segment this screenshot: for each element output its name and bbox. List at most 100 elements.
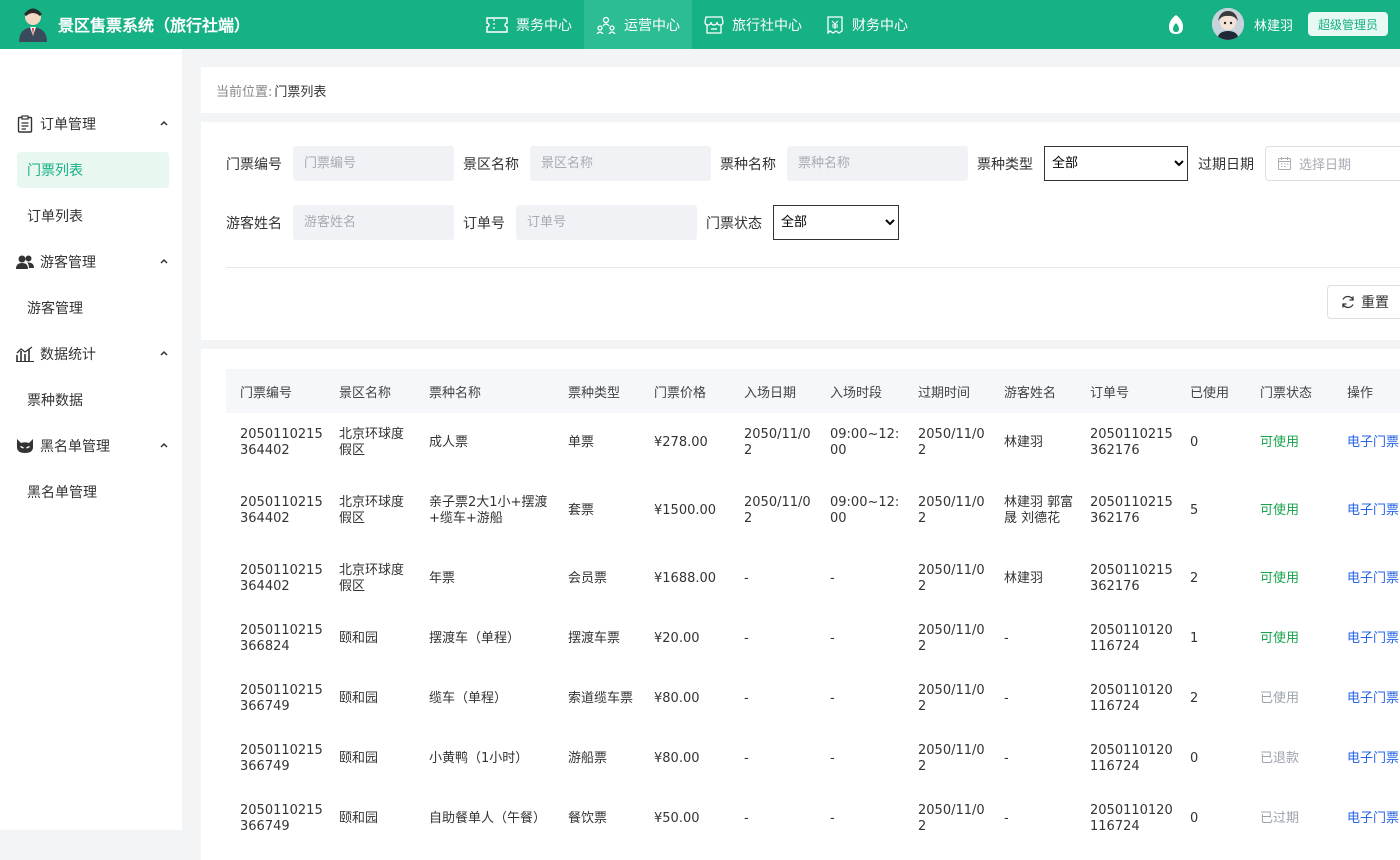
filter-panel: 门票编号 景区名称 票种名称 票种类型 全部 过期日期 选择日期 游客姓名 订单…: [201, 122, 1400, 340]
chevron-up-icon: [160, 350, 168, 356]
sidebar-group-label: 黑名单管理: [40, 439, 110, 455]
breadcrumb-current: 门票列表: [274, 84, 327, 100]
cell-used: 5: [1190, 503, 1199, 518]
cell-order-no: 2050110120116724: [1090, 623, 1173, 654]
cell-ticket-no: 2050110215364402: [240, 495, 323, 526]
cell-kind: 亲子票2大1小+摆渡+缆车+游船: [429, 495, 548, 526]
visitor-name-input[interactable]: [293, 205, 454, 240]
table-row: 2050110215366824 颐和园 摆渡车（单程） 摆渡车票 ¥20.00…: [226, 609, 1400, 669]
cell-kind: 自助餐单人（午餐）: [429, 811, 547, 826]
cell-type: 索道缆车票: [568, 691, 634, 706]
cell-price: ¥80.00: [654, 691, 700, 706]
cell-price: ¥1500.00: [654, 503, 717, 518]
order-no-input[interactable]: [516, 205, 697, 240]
table-row: 2050110215364402 北京环球度假区 成人票 单票 ¥278.00 …: [226, 413, 1400, 473]
e-ticket-link[interactable]: 电子门票: [1347, 631, 1399, 646]
reset-button[interactable]: 重置: [1327, 285, 1400, 319]
column-header: 门票编号: [226, 369, 325, 413]
cell-action: 电子门票: [1333, 549, 1400, 609]
cell-kind: 小黄鸭（1小时）: [429, 751, 529, 766]
sidebar-item-ticket-list[interactable]: 门票列表: [17, 152, 169, 188]
nav-ticket-center[interactable]: 票务中心: [474, 0, 584, 49]
cell-visitor: -: [1004, 691, 1009, 706]
cell-expire: 2050/11/02: [918, 623, 985, 654]
expire-date-placeholder: 选择日期: [1299, 158, 1352, 173]
cell-order-no: 2050110215362176: [1090, 563, 1173, 594]
sidebar-item-order-list[interactable]: 订单列表: [17, 198, 169, 234]
cell-status: 已过期: [1260, 811, 1300, 826]
scenic-name-input[interactable]: [530, 146, 711, 181]
ticket-status-label: 门票状态: [706, 216, 762, 232]
e-ticket-link[interactable]: 电子门票: [1347, 435, 1399, 450]
cell-expire: 2050/11/02: [918, 683, 985, 714]
expire-date-picker[interactable]: 选择日期: [1265, 146, 1400, 181]
users-icon: [16, 253, 34, 271]
sidebar-group-statistics[interactable]: 数据统计: [0, 339, 182, 369]
cell-kind: 摆渡车（单程）: [429, 631, 521, 646]
cell-order-no: 2050110215362176: [1090, 495, 1173, 526]
cell-order-no: 2050110120116724: [1090, 683, 1173, 714]
cell-scenic: 北京环球度假区: [339, 495, 405, 526]
sidebar-group-orders[interactable]: 订单管理: [0, 109, 182, 139]
sidebar-group-visitors[interactable]: 游客管理: [0, 247, 182, 277]
cell-slot: -: [830, 631, 835, 646]
cell-action: 电子门票: [1333, 609, 1400, 669]
store-icon: [704, 15, 724, 34]
cell-price: ¥80.00: [654, 751, 700, 766]
breadcrumb: 当前位置: 门票列表: [201, 67, 1400, 113]
nav-operations-center[interactable]: 运营中心: [584, 0, 692, 49]
ticket-kind-name-input[interactable]: [787, 146, 968, 181]
main-nav: 票务中心 运营中心 旅行社中心 财务中心: [474, 0, 920, 49]
cell-entry-date: 2050/11/02: [744, 495, 811, 526]
cell-entry-date: -: [744, 811, 749, 826]
cell-entry-date: -: [744, 631, 749, 646]
cell-entry-date: -: [744, 571, 749, 586]
ticket-icon: [486, 16, 508, 33]
e-ticket-link[interactable]: 电子门票: [1347, 503, 1399, 518]
ticket-table-panel: 门票编号 景区名称 票种名称 票种类型 门票价格 入场日期 入场时段 过期时间 …: [201, 349, 1400, 860]
e-ticket-link[interactable]: 电子门票: [1347, 811, 1399, 826]
e-ticket-link[interactable]: 电子门票: [1347, 571, 1399, 586]
cell-status: 可使用: [1260, 631, 1300, 646]
cat-face-icon: [16, 437, 34, 455]
nav-finance-center[interactable]: 财务中心: [814, 0, 920, 49]
ticket-table: 门票编号 景区名称 票种名称 票种类型 门票价格 入场日期 入场时段 过期时间 …: [226, 369, 1400, 849]
cell-ticket-no: 2050110215364402: [240, 563, 323, 594]
sidebar-item-ticket-data[interactable]: 票种数据: [17, 382, 169, 418]
sidebar-item-blacklist[interactable]: 黑名单管理: [17, 474, 169, 510]
sidebar-group-blacklist[interactable]: 黑名单管理: [0, 431, 182, 461]
column-header: 订单号: [1076, 369, 1176, 413]
expire-date-label: 过期日期: [1198, 157, 1254, 173]
cell-visitor: 林建羽 郭富晟 刘德花: [1004, 495, 1074, 526]
user-avatar[interactable]: [1212, 8, 1244, 40]
column-header: 门票价格: [640, 369, 730, 413]
app-title: 景区售票系统（旅行社端）: [58, 16, 251, 35]
ticket-type-label: 票种类型: [977, 157, 1033, 173]
cell-price: ¥278.00: [654, 435, 708, 450]
nav-label: 旅行社中心: [732, 17, 802, 34]
refresh-icon: [1342, 295, 1354, 309]
nav-agency-center[interactable]: 旅行社中心: [692, 0, 814, 49]
cell-action: 电子门票: [1333, 729, 1400, 789]
cell-used: 2: [1190, 571, 1199, 586]
cell-action: 电子门票: [1333, 413, 1400, 473]
column-header: 票种类型: [554, 369, 640, 413]
role-badge: 超级管理员: [1308, 12, 1388, 36]
ticket-type-select[interactable]: 全部: [1044, 146, 1188, 181]
e-ticket-link[interactable]: 电子门票: [1347, 751, 1399, 766]
top-bar: 景区售票系统（旅行社端） 票务中心 运营中心 旅行社中心 财务中心 林建羽 超级…: [0, 0, 1400, 49]
chart-icon: [16, 345, 34, 363]
table-row: 2050110215364402 北京环球度假区 年票 会员票 ¥1688.00…: [226, 549, 1400, 609]
user-name[interactable]: 林建羽: [1254, 15, 1293, 34]
nav-label: 财务中心: [852, 17, 908, 34]
cell-type: 餐饮票: [568, 811, 608, 826]
ticket-status-select[interactable]: 全部: [773, 205, 899, 240]
sidebar-item-visitor-management[interactable]: 游客管理: [17, 290, 169, 326]
cell-scenic: 颐和园: [339, 811, 379, 826]
cell-ticket-no: 2050110215366824: [240, 623, 323, 654]
notification-icon[interactable]: [1166, 14, 1186, 36]
cell-slot: -: [830, 811, 835, 826]
e-ticket-link[interactable]: 电子门票: [1347, 691, 1399, 706]
ticket-no-input[interactable]: [293, 146, 454, 181]
cell-kind: 年票: [429, 571, 456, 586]
